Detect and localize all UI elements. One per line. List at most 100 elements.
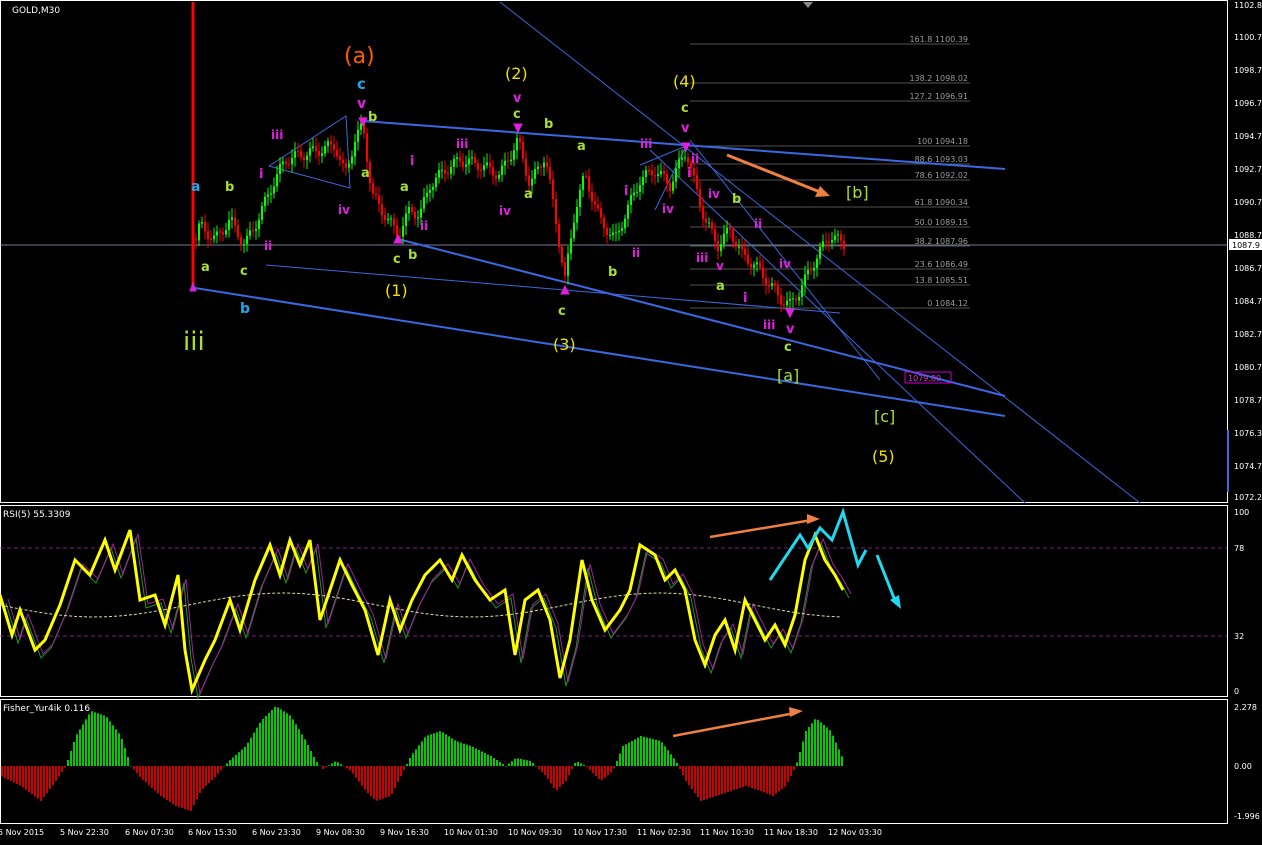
fisher-bar bbox=[319, 765, 321, 767]
candle-body bbox=[435, 177, 437, 187]
candle-body bbox=[198, 223, 200, 241]
fisher-bar bbox=[25, 766, 27, 790]
fisher-bar bbox=[214, 766, 216, 777]
candle-body bbox=[339, 156, 341, 160]
fisher-bar bbox=[520, 759, 522, 766]
candle-body bbox=[669, 183, 671, 191]
wave-label: c bbox=[240, 264, 248, 279]
candle-body bbox=[312, 146, 314, 149]
candle-body bbox=[723, 233, 725, 245]
wave-label: [a] bbox=[777, 366, 799, 385]
candle-body bbox=[750, 263, 752, 268]
candle-body bbox=[546, 162, 548, 167]
candle-body bbox=[738, 246, 740, 248]
candle-body bbox=[654, 175, 656, 177]
wave-label: v bbox=[786, 322, 795, 337]
fisher-bar bbox=[571, 766, 573, 769]
candle-body bbox=[804, 274, 806, 286]
candle-body bbox=[636, 191, 638, 193]
fisher-bar bbox=[832, 735, 834, 766]
fisher-bar bbox=[766, 766, 768, 794]
wave-label: v bbox=[513, 91, 522, 106]
fisher-bar bbox=[682, 766, 684, 775]
fisher-bar bbox=[259, 722, 261, 766]
fisher-bar bbox=[325, 766, 327, 768]
fisher-bar bbox=[274, 707, 276, 766]
candle-body bbox=[648, 170, 650, 172]
fisher-bar bbox=[481, 751, 483, 766]
fisher-bar bbox=[232, 757, 234, 766]
fisher-bar bbox=[499, 762, 501, 766]
trading-chart[interactable]: GOLD,M30 RSI(5) 55.3309 Fisher_Yur4ik 0.… bbox=[0, 0, 1262, 845]
candle-body bbox=[507, 160, 509, 162]
candle-body bbox=[621, 228, 623, 231]
x-tick: 10 Nov 17:30 bbox=[573, 828, 627, 837]
fisher-bar bbox=[595, 766, 597, 776]
fisher-bar bbox=[631, 741, 633, 766]
fisher-bar bbox=[109, 721, 111, 766]
wave-label: a bbox=[400, 180, 409, 195]
fib-label: 161.8 1100.39 bbox=[909, 35, 968, 44]
candle-body bbox=[456, 157, 458, 159]
fisher-bar bbox=[82, 724, 84, 766]
fisher-bar bbox=[151, 766, 153, 788]
candle-body bbox=[270, 193, 272, 195]
fisher-bar bbox=[643, 736, 645, 766]
wave-label: b bbox=[544, 117, 553, 132]
fisher-bar bbox=[754, 766, 756, 789]
wave-label: (a) bbox=[344, 44, 375, 69]
fisher-bar bbox=[727, 766, 729, 792]
fisher-bar bbox=[313, 757, 315, 766]
candle-body bbox=[792, 298, 794, 300]
candle-body bbox=[798, 296, 800, 301]
fisher-bar bbox=[649, 738, 651, 766]
wave-label: b bbox=[368, 110, 377, 125]
candle-body bbox=[843, 240, 845, 250]
candle-body bbox=[306, 155, 308, 160]
wave-label: c bbox=[513, 107, 521, 122]
fisher-bar bbox=[295, 724, 297, 766]
wave-label: v bbox=[681, 121, 690, 136]
candle-body bbox=[534, 169, 536, 179]
fisher-bar bbox=[280, 709, 282, 766]
candle-body bbox=[732, 229, 734, 242]
candle-body bbox=[516, 137, 518, 151]
candle-body bbox=[585, 176, 587, 178]
wave-label: c bbox=[393, 252, 401, 267]
fisher-bar bbox=[823, 724, 825, 766]
candle-body bbox=[642, 176, 644, 186]
candle-body bbox=[678, 159, 680, 169]
candle-body bbox=[753, 264, 755, 268]
candle-body bbox=[276, 174, 278, 187]
fisher-bar bbox=[382, 766, 384, 799]
fisher-bar bbox=[67, 760, 69, 766]
wave-label: a bbox=[201, 260, 210, 275]
fisher-bar bbox=[301, 734, 303, 766]
candle-body bbox=[357, 129, 359, 142]
fisher-bar bbox=[769, 766, 771, 795]
fisher-bar bbox=[496, 760, 498, 766]
candle-body bbox=[258, 219, 260, 229]
wave-label: (2) bbox=[505, 64, 528, 83]
wave-label: iv bbox=[708, 187, 720, 201]
candle-body bbox=[216, 231, 218, 236]
fisher-bar bbox=[187, 766, 189, 810]
x-tick: 10 Nov 01:30 bbox=[444, 828, 498, 837]
candle-body bbox=[519, 137, 521, 142]
fisher-bar bbox=[748, 766, 750, 787]
candle-body bbox=[486, 162, 488, 166]
candle-body bbox=[795, 298, 797, 301]
fisher-bar bbox=[127, 757, 129, 766]
y-tick: 1078.70 bbox=[1234, 396, 1262, 405]
fisher-bar bbox=[799, 752, 801, 766]
fisher-bar bbox=[322, 766, 324, 769]
candle-body bbox=[696, 175, 698, 190]
candle-body bbox=[489, 162, 491, 168]
candle-body bbox=[765, 277, 767, 286]
wave-label: ii bbox=[264, 239, 272, 253]
fisher-bar bbox=[538, 766, 540, 769]
fisher-bar bbox=[796, 762, 798, 766]
candle-body bbox=[414, 212, 416, 219]
fisher-bar bbox=[241, 749, 243, 766]
candle-body bbox=[582, 176, 584, 190]
